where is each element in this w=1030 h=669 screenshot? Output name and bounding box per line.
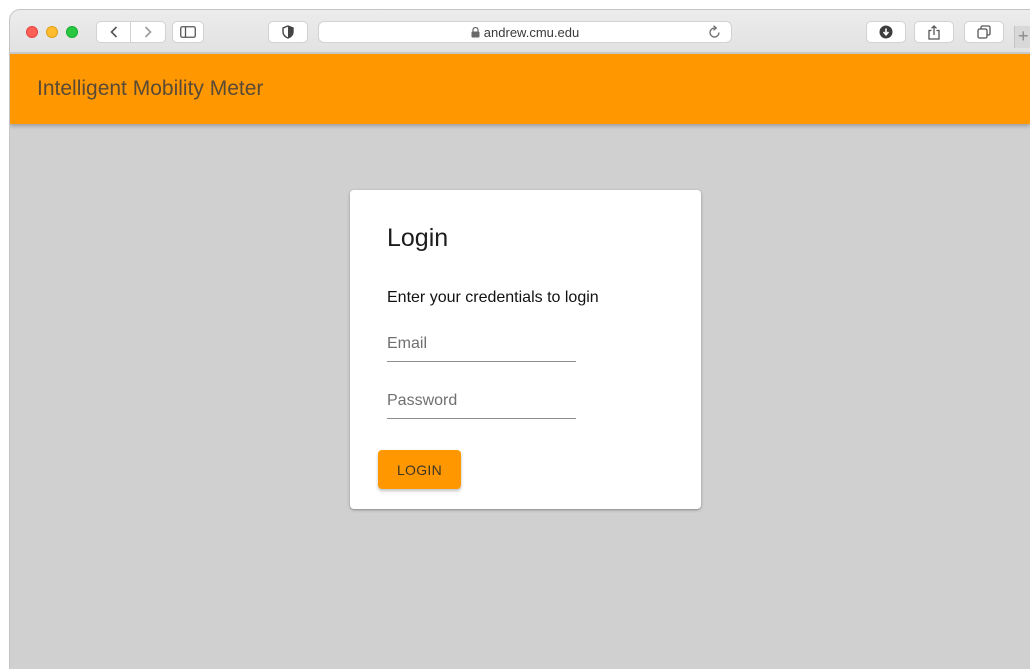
zoom-window-button[interactable] bbox=[66, 26, 78, 38]
lock-icon bbox=[471, 27, 480, 38]
navigation-buttons bbox=[96, 21, 166, 43]
app-header: Intelligent Mobility Meter bbox=[10, 54, 1030, 124]
close-window-button[interactable] bbox=[26, 26, 38, 38]
minimize-window-button[interactable] bbox=[46, 26, 58, 38]
address-bar[interactable]: andrew.cmu.edu bbox=[318, 21, 732, 43]
url-text: andrew.cmu.edu bbox=[483, 25, 580, 40]
share-button[interactable] bbox=[914, 21, 954, 43]
download-icon bbox=[879, 25, 893, 39]
chevron-right-icon bbox=[144, 26, 152, 38]
share-icon bbox=[928, 24, 940, 40]
reload-icon[interactable] bbox=[708, 25, 721, 39]
new-tab-button[interactable]: + bbox=[1014, 26, 1030, 48]
login-title: Login bbox=[387, 224, 449, 252]
back-button[interactable] bbox=[97, 22, 132, 42]
tabs-overview-icon bbox=[977, 25, 991, 39]
chevron-left-icon bbox=[109, 26, 117, 38]
browser-toolbar: andrew.cmu.edu + bbox=[10, 10, 1030, 53]
login-subtitle: Enter your credentials to login bbox=[387, 289, 599, 306]
url-display: andrew.cmu.edu bbox=[319, 25, 731, 40]
forward-button[interactable] bbox=[131, 22, 165, 42]
plus-icon: + bbox=[1018, 26, 1029, 46]
login-button[interactable]: LOGIN bbox=[378, 450, 461, 489]
browser-window: andrew.cmu.edu + Intelligent Mobility Me… bbox=[10, 10, 1030, 669]
login-card: Login Enter your credentials to login LO… bbox=[350, 190, 701, 509]
shield-icon bbox=[282, 25, 294, 39]
app-title: Intelligent Mobility Meter bbox=[37, 77, 264, 100]
email-field[interactable] bbox=[387, 332, 576, 362]
sidebar-button[interactable] bbox=[172, 21, 204, 43]
password-field[interactable] bbox=[387, 389, 576, 419]
tab-overview-button[interactable] bbox=[964, 21, 1004, 43]
downloads-button[interactable] bbox=[866, 21, 906, 43]
privacy-report-button[interactable] bbox=[268, 21, 308, 43]
sidebar-icon bbox=[180, 26, 196, 38]
